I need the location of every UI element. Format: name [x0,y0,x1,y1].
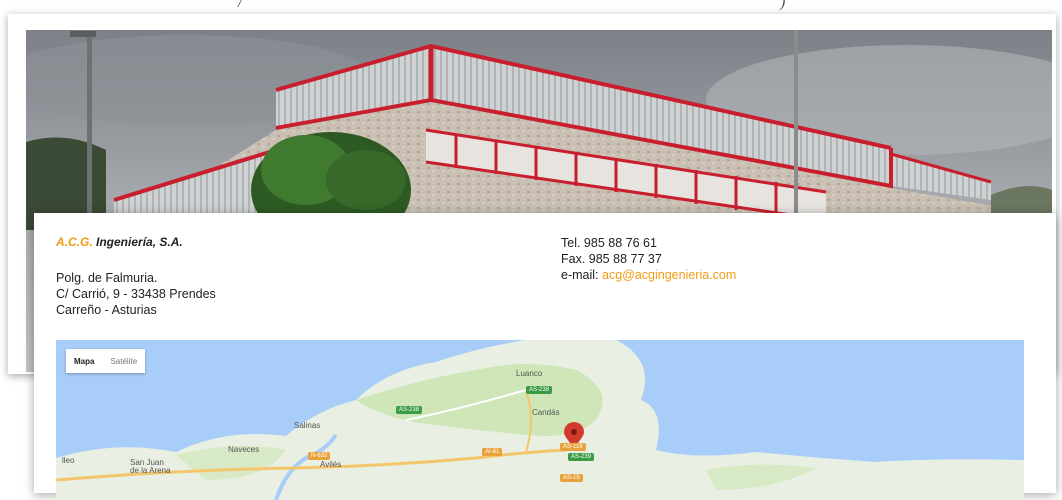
address-block: Polg. de Falmuria. C/ Carrió, 9 - 33438 … [56,270,216,318]
fax-number: Fax. 985 88 77 37 [561,252,662,266]
map-tab-satellite[interactable]: Satélite [102,357,145,366]
road-badge: AS-118 [560,443,586,451]
map-place-label: lleo [62,456,75,465]
map-place-label: Luanco [516,369,543,378]
caption-fragment: ) [780,0,786,11]
map-canvas[interactable] [56,340,1024,500]
map-place-label: Avilés [320,460,342,469]
company-legal-name: Ingeniería, S.A. [96,235,183,249]
map-tab-map[interactable]: Mapa [66,357,102,366]
email-label: e-mail: [561,268,599,282]
top-caption-strip: / ) [0,0,1062,14]
map-place-label: de la Arena [130,466,171,475]
company-brand: A.C.G. [56,235,93,249]
map-place-label: Naveces [228,445,260,454]
address-line: C/ Carrió, 9 - 33438 Prendes [56,287,216,301]
email-link[interactable]: acg@acgingenieria.com [602,268,736,282]
road-badge: AS-238 [396,406,423,414]
location-map[interactable]: Mapa Satélite Luanco Candás Salinas Nave… [56,340,1024,500]
road-badge: AS-238 [526,386,553,394]
map-place-label: Candás [532,408,560,417]
road-badge: AS-19 [560,474,583,482]
road-badge: AI-81 [482,448,503,456]
phone-number: Tel. 985 88 76 61 [561,236,657,250]
email-row: e-mail: acg@acgingenieria.com [561,267,736,283]
contact-block: Tel. 985 88 76 61 Fax. 985 88 77 37 e-ma… [561,235,736,283]
contact-card: A.C.G. Ingeniería, S.A. Polg. de Falmuri… [34,213,1056,500]
address-line: Carreño - Asturias [56,303,157,317]
company-name: A.C.G. Ingeniería, S.A. [56,235,183,249]
road-badge: AS-239 [568,453,595,461]
map-type-control: Mapa Satélite [66,349,146,373]
map-place-label: Salinas [294,421,321,430]
address-line: Polg. de Falmuria. [56,271,158,285]
caption-fragment: / [238,0,243,11]
road-badge: N-632 [308,452,331,460]
